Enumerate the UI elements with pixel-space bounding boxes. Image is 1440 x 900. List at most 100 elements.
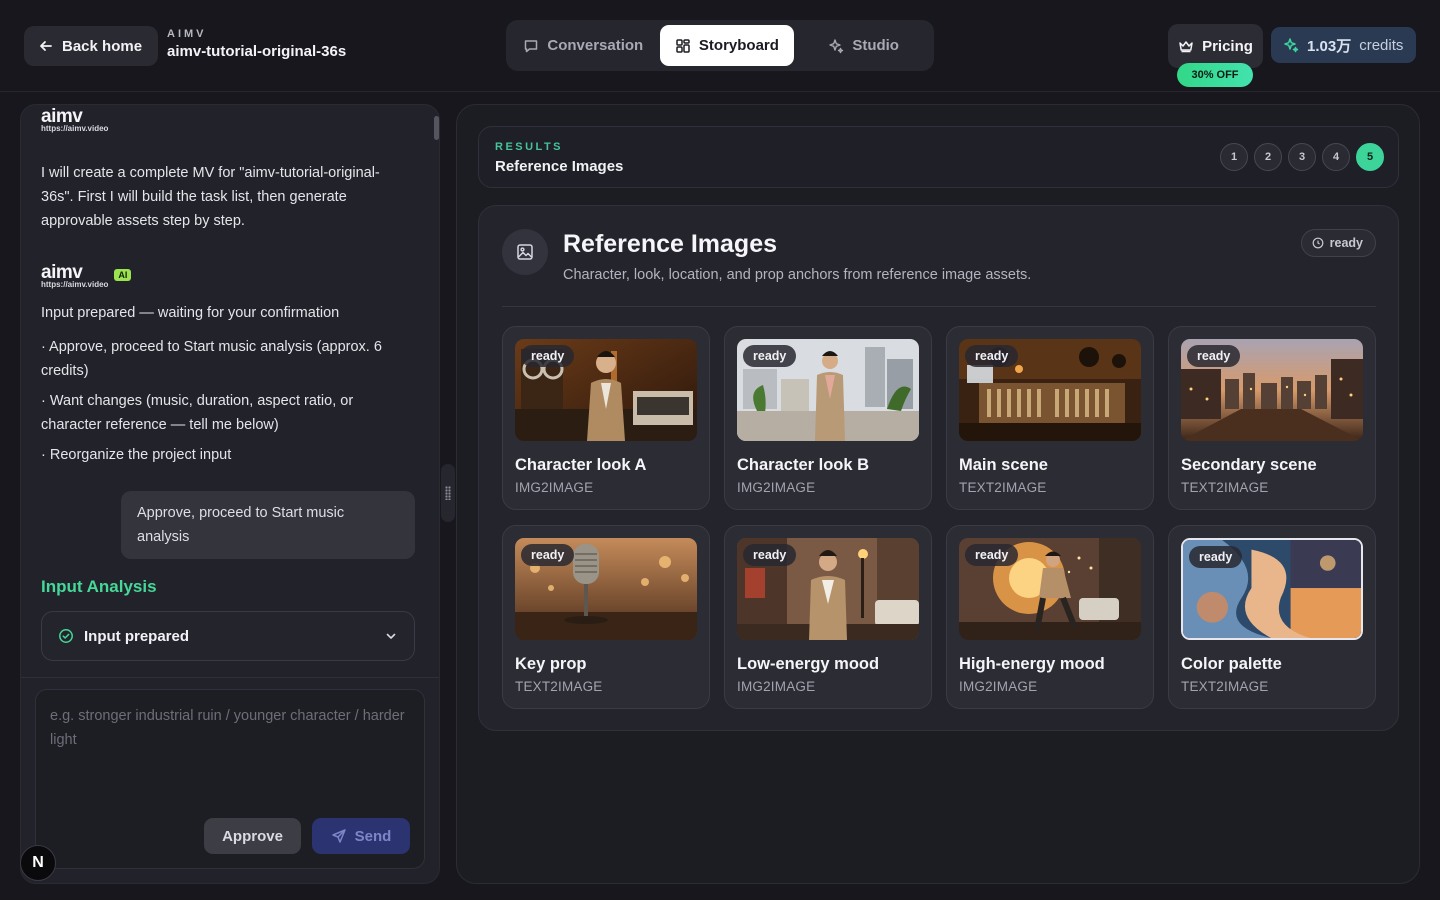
results-title: Reference Images bbox=[495, 158, 624, 175]
input-prepared-collapsible[interactable]: Input prepared bbox=[41, 611, 415, 661]
reference-type: IMG2IMAGE bbox=[737, 480, 816, 495]
assistant-logo: aimv https://aimv.video AI bbox=[41, 263, 132, 289]
reference-title: Character look A bbox=[515, 456, 647, 474]
collapsible-label: Input prepared bbox=[84, 627, 190, 645]
crown-icon bbox=[1179, 41, 1193, 53]
send-icon bbox=[331, 829, 346, 843]
chat-scrollbar[interactable] bbox=[434, 116, 439, 140]
reference-card-character-look-a[interactable]: ready Character look A IMG2IMAGE bbox=[502, 326, 710, 510]
divider bbox=[502, 306, 1376, 307]
ready-badge: ready bbox=[965, 345, 1019, 367]
ready-badge: ready bbox=[521, 544, 575, 566]
reference-title: Secondary scene bbox=[1181, 456, 1317, 474]
reference-grid: ready Character look A IMG2IMAGE ready C… bbox=[502, 326, 1376, 709]
ready-badge: ready bbox=[1189, 546, 1243, 568]
reference-type: IMG2IMAGE bbox=[515, 480, 594, 495]
reference-title: Low-energy mood bbox=[737, 655, 880, 673]
back-home-button[interactable]: Back home bbox=[24, 26, 159, 66]
reference-thumbnail: ready bbox=[959, 339, 1141, 441]
composer-divider bbox=[21, 677, 439, 678]
tab-studio-label: Studio bbox=[852, 37, 899, 54]
ready-badge: ready bbox=[743, 544, 797, 566]
section-title: Reference Images bbox=[563, 230, 778, 258]
storyboard-panel: RESULTS Reference Images 1 2 3 4 5 Refer… bbox=[456, 104, 1420, 884]
logo-url: https://aimv.video bbox=[41, 280, 109, 289]
project-brand: AIMV aimv-tutorial-original-36s bbox=[167, 28, 346, 60]
tab-storyboard[interactable]: Storyboard bbox=[659, 25, 795, 66]
assistant-logo: aimv https://aimv.video bbox=[41, 107, 108, 133]
brand-label: AIMV bbox=[167, 28, 207, 40]
reference-title: Main scene bbox=[959, 456, 1048, 474]
step-5-button[interactable]: 5 bbox=[1356, 143, 1384, 171]
back-home-label: Back home bbox=[62, 37, 143, 55]
discount-badge: 30% OFF bbox=[1177, 63, 1253, 87]
reference-type: TEXT2IMAGE bbox=[515, 679, 603, 694]
project-name: aimv-tutorial-original-36s bbox=[167, 43, 347, 60]
pricing-label: Pricing bbox=[1202, 37, 1253, 55]
reference-card-secondary-scene[interactable]: ready Secondary scene TEXT2IMAGE bbox=[1168, 326, 1376, 510]
reference-card-main-scene[interactable]: ready Main scene TEXT2IMAGE bbox=[946, 326, 1154, 510]
results-header: RESULTS Reference Images 1 2 3 4 5 bbox=[478, 126, 1399, 188]
tab-studio[interactable]: Studio bbox=[798, 25, 929, 66]
credits-value: 1.03万 bbox=[1307, 37, 1352, 55]
status-label: ready bbox=[1329, 236, 1363, 250]
reference-card-key-prop[interactable]: ready Key prop TEXT2IMAGE bbox=[502, 525, 710, 709]
step-1-button[interactable]: 1 bbox=[1220, 143, 1248, 171]
sparkle-icon bbox=[1284, 38, 1299, 53]
reference-thumbnail: ready bbox=[515, 339, 697, 441]
option-reorganize: · Reorganize the project input bbox=[41, 447, 232, 463]
tab-conversation[interactable]: Conversation bbox=[511, 25, 656, 66]
option-approve: · Approve, proceed to Start music analys… bbox=[41, 339, 382, 379]
clock-icon bbox=[1312, 237, 1324, 249]
reference-card-color-palette[interactable]: ready Color palette TEXT2IMAGE bbox=[1168, 525, 1376, 709]
reference-thumbnail: ready bbox=[1181, 339, 1363, 441]
section-subtitle: Character, look, location, and prop anch… bbox=[563, 267, 1032, 283]
arrow-left-icon bbox=[40, 41, 52, 51]
assistant-status-message: Input prepared — waiting for your confir… bbox=[41, 305, 340, 321]
ready-badge: ready bbox=[1187, 345, 1241, 367]
results-label: RESULTS bbox=[495, 141, 564, 153]
step-2-button[interactable]: 2 bbox=[1254, 143, 1282, 171]
reference-thumbnail: ready bbox=[1181, 538, 1363, 640]
check-circle-icon bbox=[59, 629, 73, 643]
reference-thumbnail: ready bbox=[737, 339, 919, 441]
chevron-down-icon bbox=[386, 633, 396, 639]
grid-icon bbox=[676, 38, 690, 53]
section-input-analysis: Input Analysis bbox=[41, 577, 157, 596]
ai-badge: AI bbox=[114, 269, 132, 281]
chat-panel: aimv https://aimv.video I will create a … bbox=[20, 104, 440, 884]
top-bar: Back home AIMV aimv-tutorial-original-36… bbox=[0, 0, 1440, 92]
step-4-button[interactable]: 4 bbox=[1322, 143, 1350, 171]
option-changes: · Want changes (music, duration, aspect … bbox=[41, 393, 354, 433]
reference-type: IMG2IMAGE bbox=[737, 679, 816, 694]
credits-button[interactable]: 1.03万 credits bbox=[1271, 27, 1416, 63]
step-3-button[interactable]: 3 bbox=[1288, 143, 1316, 171]
reference-thumbnail: ready bbox=[515, 538, 697, 640]
reference-type: TEXT2IMAGE bbox=[1181, 480, 1269, 495]
reference-card-high-energy-mood[interactable]: ready High-energy mood IMG2IMAGE bbox=[946, 525, 1154, 709]
n-badge-button[interactable]: N bbox=[20, 845, 56, 881]
user-message: Approve, proceed to Start music analysis bbox=[121, 491, 415, 559]
step-navigator: 1 2 3 4 5 bbox=[1220, 143, 1384, 171]
reference-thumbnail: ready bbox=[959, 538, 1141, 640]
send-label: Send bbox=[354, 827, 392, 845]
reference-images-card: Reference Images Character, look, locati… bbox=[478, 205, 1399, 731]
reference-card-low-energy-mood[interactable]: ready Low-energy mood IMG2IMAGE bbox=[724, 525, 932, 709]
message-composer: Approve Send bbox=[35, 689, 425, 869]
reference-thumbnail: ready bbox=[737, 538, 919, 640]
tab-conversation-label: Conversation bbox=[547, 37, 644, 54]
panel-resize-handle[interactable] bbox=[441, 464, 455, 522]
pricing-button[interactable]: Pricing bbox=[1168, 24, 1263, 68]
tab-storyboard-label: Storyboard bbox=[698, 37, 779, 54]
message-input[interactable] bbox=[36, 690, 424, 810]
ready-badge: ready bbox=[521, 345, 575, 367]
reference-card-character-look-b[interactable]: ready Character look B IMG2IMAGE bbox=[724, 326, 932, 510]
ready-badge: ready bbox=[743, 345, 797, 367]
reference-type: TEXT2IMAGE bbox=[959, 480, 1047, 495]
reference-title: Key prop bbox=[515, 655, 587, 673]
reference-title: Color palette bbox=[1181, 655, 1282, 673]
send-button[interactable]: Send bbox=[312, 818, 410, 854]
credits-unit: credits bbox=[1359, 36, 1404, 54]
reference-type: IMG2IMAGE bbox=[959, 679, 1038, 694]
approve-button[interactable]: Approve bbox=[204, 818, 301, 854]
